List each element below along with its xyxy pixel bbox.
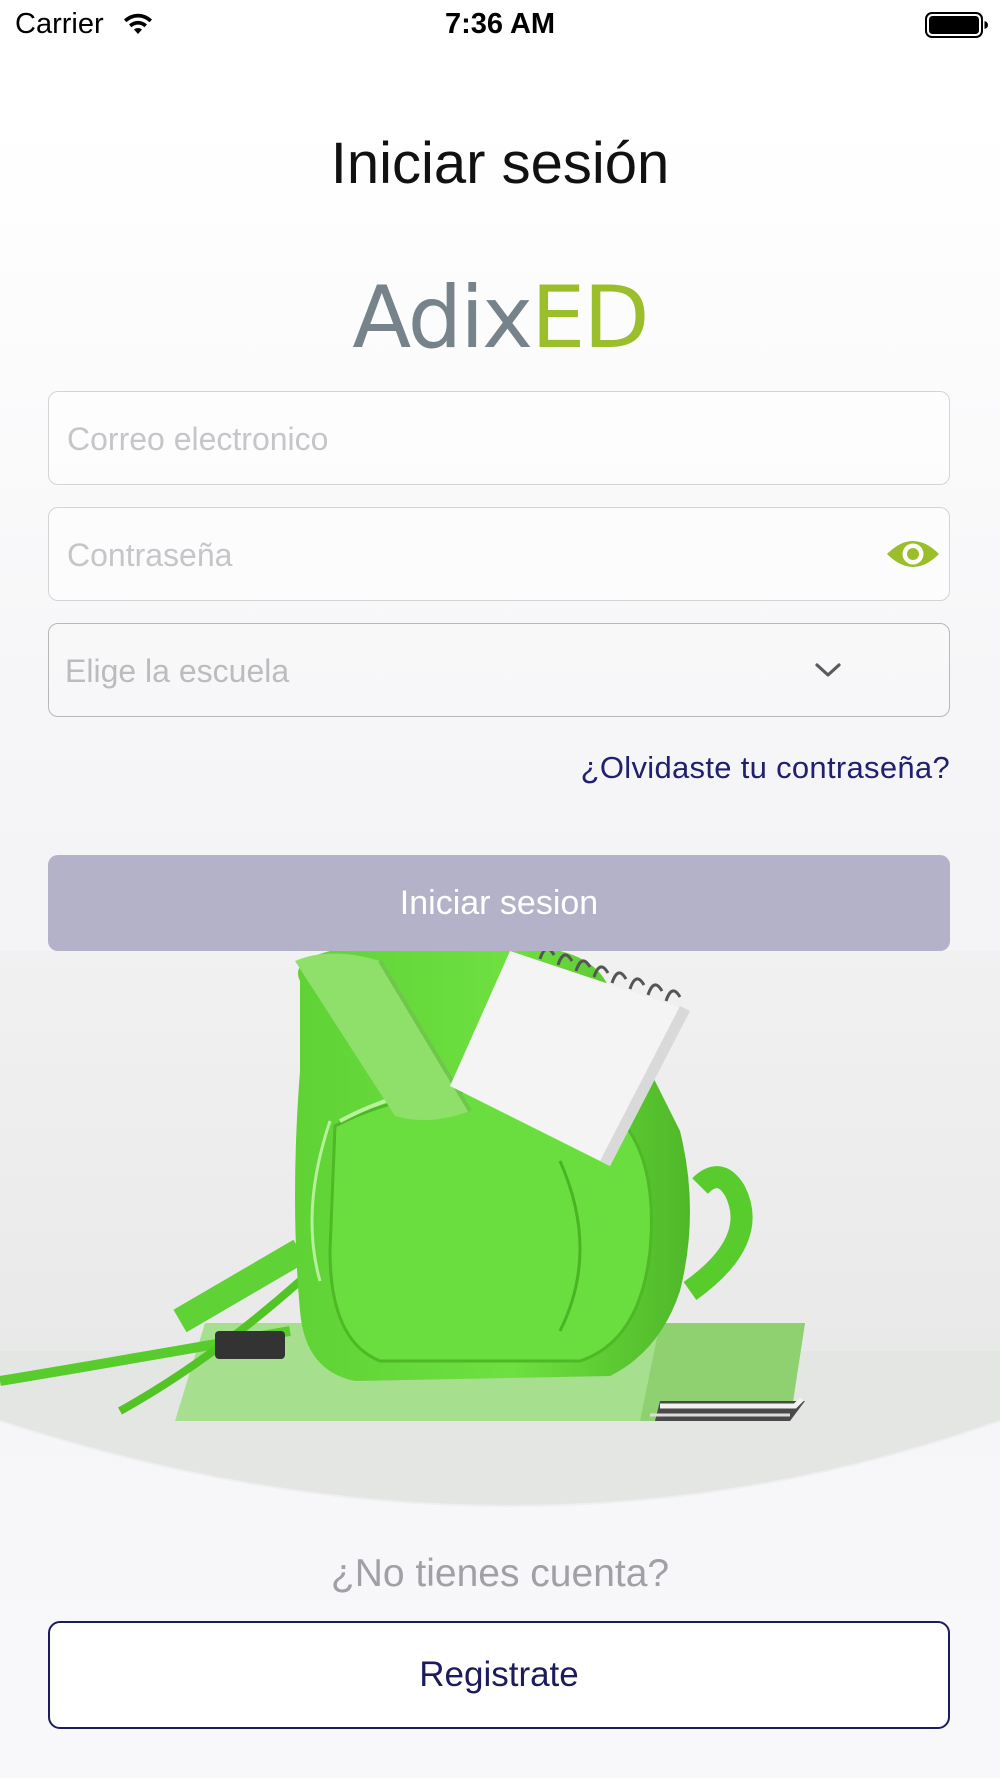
app-logo: AdixED [0,268,1000,368]
login-screen: Carrier 7:36 AM Iniciar sesión AdixED Co… [0,0,1000,1778]
page-title: Iniciar sesión [330,131,670,196]
battery-icon [925,12,988,38]
no-account-text: ¿No tienes cuenta? [330,1552,670,1595]
clock: 7:36 AM [444,8,556,40]
logo-adix: Adix [352,268,533,368]
school-placeholder: Elige la escuela [65,653,290,689]
email-field[interactable]: Correo electronico [48,391,950,485]
backpack-illustration [0,951,1000,1507]
logo-ed: ED [531,268,650,368]
eye-icon[interactable] [885,534,941,574]
password-field[interactable]: Contraseña [48,507,950,601]
register-button[interactable]: Registrate [48,1621,950,1729]
login-button[interactable]: Iniciar sesion [48,855,950,951]
password-placeholder: Contraseña [67,537,233,573]
forgot-password-link[interactable]: ¿Olvidaste tu contraseña? [581,750,950,786]
chevron-down-icon [815,663,841,677]
status-bar: Carrier 7:36 AM [0,0,1000,50]
email-placeholder: Correo electronico [67,421,329,457]
school-select[interactable]: Elige la escuela [48,623,950,717]
